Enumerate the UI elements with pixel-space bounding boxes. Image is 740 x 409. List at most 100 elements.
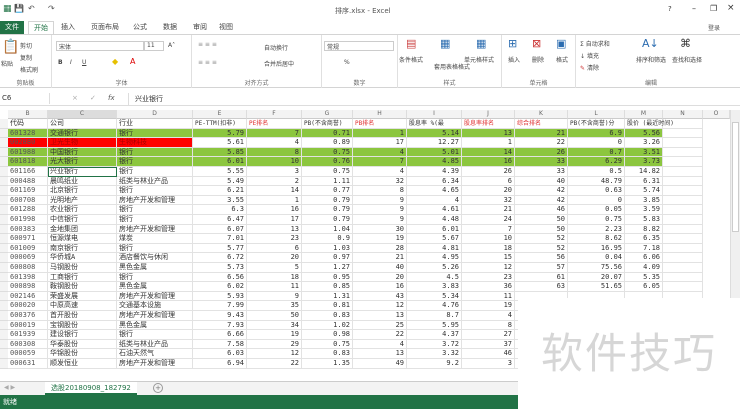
table-cell[interactable]: 000898 <box>8 282 48 292</box>
table-cell[interactable]: 光明地产 <box>48 195 117 206</box>
table-cell[interactable]: 6.66 <box>193 330 247 340</box>
table-cell[interactable] <box>663 253 703 263</box>
table-cell[interactable]: 600020 <box>8 301 48 311</box>
format-button[interactable]: 格式 <box>556 55 568 64</box>
table-cell[interactable]: 10 <box>247 157 302 167</box>
table-cell[interactable]: 000631 <box>8 359 48 369</box>
table-cell[interactable]: 46 <box>515 205 568 215</box>
table-cell[interactable]: 7.93 <box>193 320 247 331</box>
table-cell[interactable]: 52 <box>515 243 568 254</box>
fill-button[interactable]: ↓ 填充 <box>580 51 599 60</box>
table-cell[interactable]: 42 <box>515 195 568 206</box>
header-cell[interactable]: PE排名 <box>247 119 302 129</box>
table-cell[interactable]: 6.9 <box>568 128 625 139</box>
table-cell[interactable]: 0 <box>568 195 625 206</box>
table-cell[interactable]: 1 <box>353 128 407 139</box>
table-cell[interactable]: 1.27 <box>302 263 353 273</box>
table-cell[interactable]: 16 <box>462 157 515 167</box>
table-cell[interactable]: 18 <box>247 272 302 283</box>
column-header-N[interactable]: N <box>663 110 703 119</box>
cell-styles-button[interactable]: 单元格样式 <box>464 55 494 64</box>
column-header-E[interactable]: E <box>193 110 247 119</box>
table-cell[interactable]: 1.11 <box>302 176 353 187</box>
table-cell[interactable]: 26 <box>462 167 515 177</box>
table-cell[interactable] <box>663 263 703 273</box>
table-cell[interactable]: 3.72 <box>407 339 462 350</box>
tab-1[interactable]: 开始 <box>28 21 54 34</box>
table-cell[interactable]: 0.75 <box>568 215 625 225</box>
font-size-select[interactable]: 11 <box>144 41 164 51</box>
table-cell[interactable]: 601398 <box>8 272 48 283</box>
table-cell[interactable]: 晨鸣纸业 <box>48 176 117 187</box>
table-cell[interactable]: 中国银行 <box>48 147 117 158</box>
table-cell[interactable]: 5.49 <box>193 176 247 187</box>
fill-color-icon[interactable]: ◆ <box>112 57 118 66</box>
table-cell[interactable]: 12 <box>353 301 407 311</box>
table-cell[interactable]: 46 <box>462 349 515 359</box>
table-cell[interactable]: 0.75 <box>302 147 353 158</box>
table-cell[interactable]: 14.82 <box>625 167 663 177</box>
table-cell[interactable]: 14 <box>462 147 515 158</box>
table-cell[interactable]: 12 <box>462 263 515 273</box>
table-cell[interactable]: 宝钢股份 <box>48 320 117 331</box>
table-cell[interactable]: 26 <box>515 147 568 158</box>
clear-button[interactable]: ✎ 清除 <box>580 63 599 72</box>
table-cell[interactable]: 6.31 <box>625 176 663 187</box>
table-cell[interactable]: 7 <box>353 157 407 167</box>
table-cell[interactable]: 荣盛发展 <box>48 291 117 302</box>
table-cell[interactable]: 601998 <box>8 215 48 225</box>
table-cell[interactable]: 002880 <box>8 138 48 148</box>
table-cell[interactable]: 银行 <box>117 205 193 215</box>
table-cell[interactable]: 交通银行 <box>48 128 117 139</box>
align-left-icon[interactable]: ≡ ≡ ≡ <box>198 59 217 66</box>
table-cell[interactable]: 0.5 <box>568 167 625 177</box>
table-cell[interactable]: 23 <box>247 234 302 244</box>
table-cell[interactable]: 13 <box>353 349 407 359</box>
table-cell[interactable]: 5.83 <box>625 215 663 225</box>
table-cell[interactable]: 22 <box>247 359 302 369</box>
row-number[interactable] <box>0 119 8 129</box>
table-cell[interactable]: 0.71 <box>302 128 353 139</box>
table-cell[interactable]: 21 <box>462 205 515 215</box>
table-cell[interactable]: 0.75 <box>302 339 353 350</box>
table-cell[interactable]: 601009 <box>8 243 48 254</box>
table-cell[interactable]: 0.7 <box>568 147 625 158</box>
table-cell[interactable]: 0.77 <box>302 186 353 196</box>
table-cell[interactable]: 华泰股份 <box>48 339 117 350</box>
table-cell[interactable]: 5.26 <box>407 263 462 273</box>
table-cell[interactable]: 1 <box>247 195 302 206</box>
table-format-icon[interactable]: ▦ <box>440 37 450 50</box>
table-cell[interactable]: 10 <box>462 234 515 244</box>
row-number[interactable] <box>0 291 8 302</box>
underline-button[interactable]: U <box>82 59 86 66</box>
table-cell[interactable]: 5.74 <box>625 186 663 196</box>
table-cell[interactable]: 恒源煤电 <box>48 234 117 244</box>
sort-filter-button[interactable]: 排序和筛选 <box>636 55 666 64</box>
table-cell[interactable]: 20 <box>462 186 515 196</box>
table-cell[interactable]: 22 <box>515 138 568 148</box>
scroll-thumb[interactable] <box>732 122 739 232</box>
name-box[interactable]: C6 <box>0 93 50 104</box>
table-cell[interactable]: 工商银行 <box>48 272 117 283</box>
row-number[interactable] <box>0 128 8 139</box>
tab-6[interactable]: 审阅 <box>188 21 212 34</box>
table-cell[interactable]: 6.01 <box>193 157 247 167</box>
table-cell[interactable]: 63 <box>515 282 568 292</box>
save-icon[interactable]: 💾 <box>14 4 24 13</box>
table-cell[interactable]: 南京银行 <box>48 243 117 254</box>
table-cell[interactable]: 5.61 <box>193 138 247 148</box>
table-cell[interactable]: 0.63 <box>568 186 625 196</box>
column-header-M[interactable]: M <box>625 110 663 119</box>
table-cell[interactable]: 6.29 <box>568 157 625 167</box>
table-cell[interactable]: 银行 <box>117 147 193 158</box>
table-cell[interactable]: 49 <box>353 359 407 369</box>
row-number[interactable] <box>0 176 8 187</box>
table-cell[interactable] <box>663 224 703 235</box>
row-number[interactable] <box>0 167 8 177</box>
row-number[interactable] <box>0 186 8 196</box>
sheet-nav-icon[interactable]: ◀ ▶ <box>4 384 15 391</box>
selected-cell[interactable] <box>48 167 117 177</box>
table-cell[interactable]: 33 <box>515 157 568 167</box>
table-cell[interactable]: 0.97 <box>302 253 353 263</box>
table-cell[interactable]: 21 <box>515 128 568 139</box>
